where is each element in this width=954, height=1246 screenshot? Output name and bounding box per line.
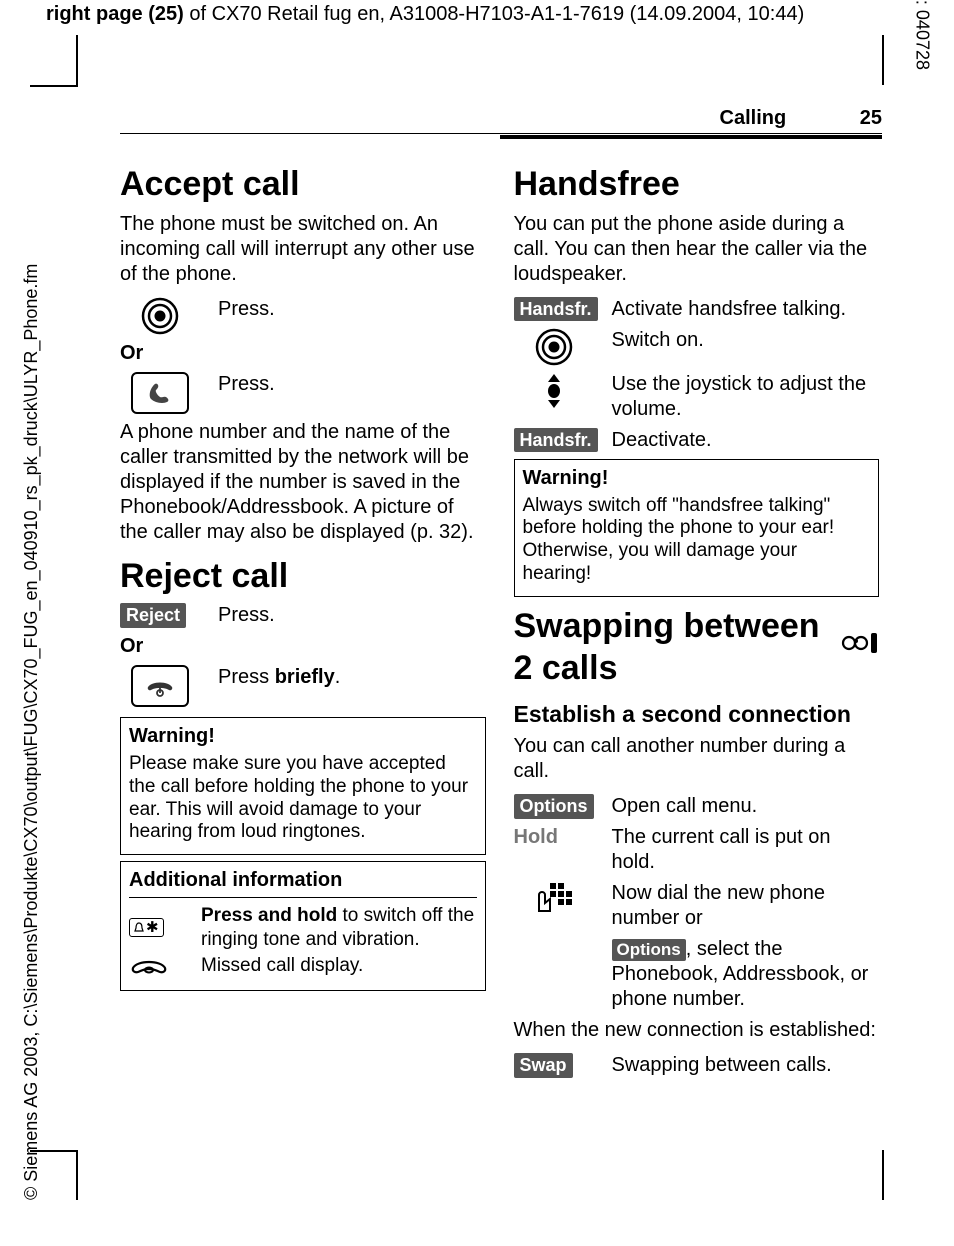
dial-keypad-icon <box>536 881 572 917</box>
swap-dial-text: Now dial the new phone number or <box>612 881 880 931</box>
accept-call-title: Accept call <box>120 163 486 206</box>
joystick-press-icon <box>141 297 179 335</box>
running-header: Calling 25 <box>500 106 882 139</box>
warning-hf-title: Warning! <box>523 466 871 491</box>
hold-label: Hold <box>514 825 558 850</box>
missed-call-icon <box>129 954 169 978</box>
warning-body: Please make sure you have accepted the c… <box>129 753 477 844</box>
options-softkey-2: Options <box>612 939 686 960</box>
warning-hf-body: Always switch off "handsfree talking" be… <box>523 495 871 586</box>
warning-accept-box: Warning! Please make sure you have accep… <box>120 717 486 855</box>
swap-hold-text: The current call is put on hold. <box>612 825 880 875</box>
warning-title: Warning! <box>129 724 477 749</box>
addinfo-line-2: Missed call display. <box>201 954 477 978</box>
accept-body: A phone number and the name of the calle… <box>120 420 486 545</box>
swap-open-menu: Open call menu. <box>612 794 880 819</box>
reject-press-briefly: Press briefly. <box>218 665 486 690</box>
options-softkey-1: Options <box>514 794 594 819</box>
reject-softkey: Reject <box>120 603 186 628</box>
handsfree-switch-on: Switch on. <box>612 328 880 353</box>
swap-title: Swapping between 2 calls <box>514 605 820 690</box>
addinfo-line-1: Press and hold to switch off the ringing… <box>201 904 477 952</box>
top-meta-bold: right page (25) <box>46 3 184 25</box>
handsfree-softkey-off: Handsfr. <box>514 428 598 453</box>
accept-call-intro: The phone must be switched on. An incomi… <box>120 212 486 287</box>
joystick-up-down-icon <box>543 372 565 410</box>
warning-handsfree-box: Warning! Always switch off "handsfree ta… <box>514 459 880 597</box>
reject-press: Press. <box>218 603 486 628</box>
side-left-text: © Siemens AG 2003, C:\Siemens\Produkte\C… <box>20 264 43 1200</box>
reject-or: Or <box>120 634 486 659</box>
swap-when-text: When the new connection is established: <box>514 1018 880 1043</box>
reject-call-title: Reject call <box>120 555 486 598</box>
handsfree-softkey-on: Handsfr. <box>514 297 598 322</box>
additional-info-title: Additional information <box>129 868 477 898</box>
additional-info-box: Additional information ✱ Press and hold … <box>120 861 486 991</box>
end-key-icon <box>131 665 189 707</box>
swap-options-select: Options, select the Phonebook, Addressbo… <box>612 937 880 1012</box>
handsfree-intro: You can put the phone aside during a cal… <box>514 212 880 287</box>
handsfree-title: Handsfree <box>514 163 880 206</box>
left-column: Accept call The phone must be switched o… <box>120 155 486 1156</box>
joystick-press-icon <box>535 328 573 366</box>
right-column: Handsfree You can put the phone aside du… <box>514 155 880 1156</box>
swap-softkey: Swap <box>514 1053 573 1078</box>
swap-intro: You can call another number during a cal… <box>514 734 880 784</box>
top-meta-line: right page (25) of CX70 Retail fug en, A… <box>46 2 804 27</box>
swap-icon <box>839 629 879 657</box>
accept-or: Or <box>120 341 486 366</box>
handsfree-activate: Activate handsfree talking. <box>612 297 880 322</box>
swap-action-text: Swapping between calls. <box>612 1053 880 1078</box>
accept-press-2: Press. <box>218 372 486 397</box>
header-section: Calling <box>720 107 787 129</box>
accept-press-1: Press. <box>218 297 486 322</box>
top-meta-rest: of CX70 Retail fug en, A31008-H7103-A1-1… <box>184 3 804 25</box>
swap-subheading: Establish a second connection <box>514 700 880 729</box>
handsfree-deactivate: Deactivate. <box>612 428 880 453</box>
header-page-number: 25 <box>860 106 882 131</box>
ring-off-icon: ✱ <box>129 918 164 937</box>
side-right-text: VAR Language: en; VAR issue date: 040728 <box>912 0 935 70</box>
call-key-icon <box>131 372 189 414</box>
handsfree-joystick: Use the joystick to adjust the volume. <box>612 372 880 422</box>
